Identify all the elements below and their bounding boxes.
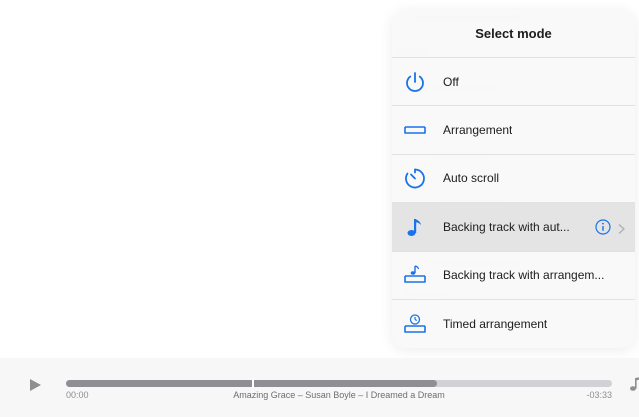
mode-option-label: Auto scroll bbox=[443, 171, 500, 186]
mode-option-label: Timed arrangement bbox=[443, 317, 548, 332]
player-bar: 00:00 Amazing Grace – Susan Boyle – I Dr… bbox=[0, 358, 639, 417]
mode-option-backing-track-auto[interactable]: Backing track with aut... bbox=[392, 203, 635, 252]
info-icon[interactable] bbox=[595, 219, 611, 235]
music-note-icon[interactable] bbox=[629, 376, 639, 392]
chevron-right-icon bbox=[618, 221, 626, 234]
track-info: Amazing Grace – Susan Boyle – I Dreamed … bbox=[233, 390, 445, 400]
mode-option-off[interactable]: Off bbox=[392, 58, 635, 107]
backing-arrangement-icon bbox=[403, 263, 427, 287]
mode-option-auto-scroll[interactable]: Auto scroll bbox=[392, 155, 635, 204]
progress-marker bbox=[251, 379, 254, 388]
arrangement-icon bbox=[403, 118, 427, 142]
timed-arrangement-icon bbox=[403, 312, 427, 336]
popover-title: Select mode bbox=[392, 10, 635, 58]
select-mode-popover: Select mode Off Arrangement Auto scroll … bbox=[392, 10, 635, 348]
mode-option-backing-track-arrangement[interactable]: Backing track with arrangem... bbox=[392, 252, 635, 300]
remaining-time: -03:33 bbox=[586, 390, 612, 400]
timer-icon bbox=[403, 166, 427, 190]
progress-slider[interactable] bbox=[66, 379, 612, 388]
mode-option-label: Arrangement bbox=[443, 123, 513, 138]
mode-option-label: Backing track with arrangem... bbox=[443, 268, 605, 283]
mode-option-label: Off bbox=[443, 74, 459, 89]
mode-option-timed-arrangement[interactable]: Timed arrangement bbox=[392, 300, 635, 348]
power-icon bbox=[403, 70, 427, 94]
mode-option-label: Backing track with aut... bbox=[443, 219, 570, 234]
music-note-icon bbox=[403, 215, 427, 239]
mode-option-arrangement[interactable]: Arrangement bbox=[392, 106, 635, 155]
